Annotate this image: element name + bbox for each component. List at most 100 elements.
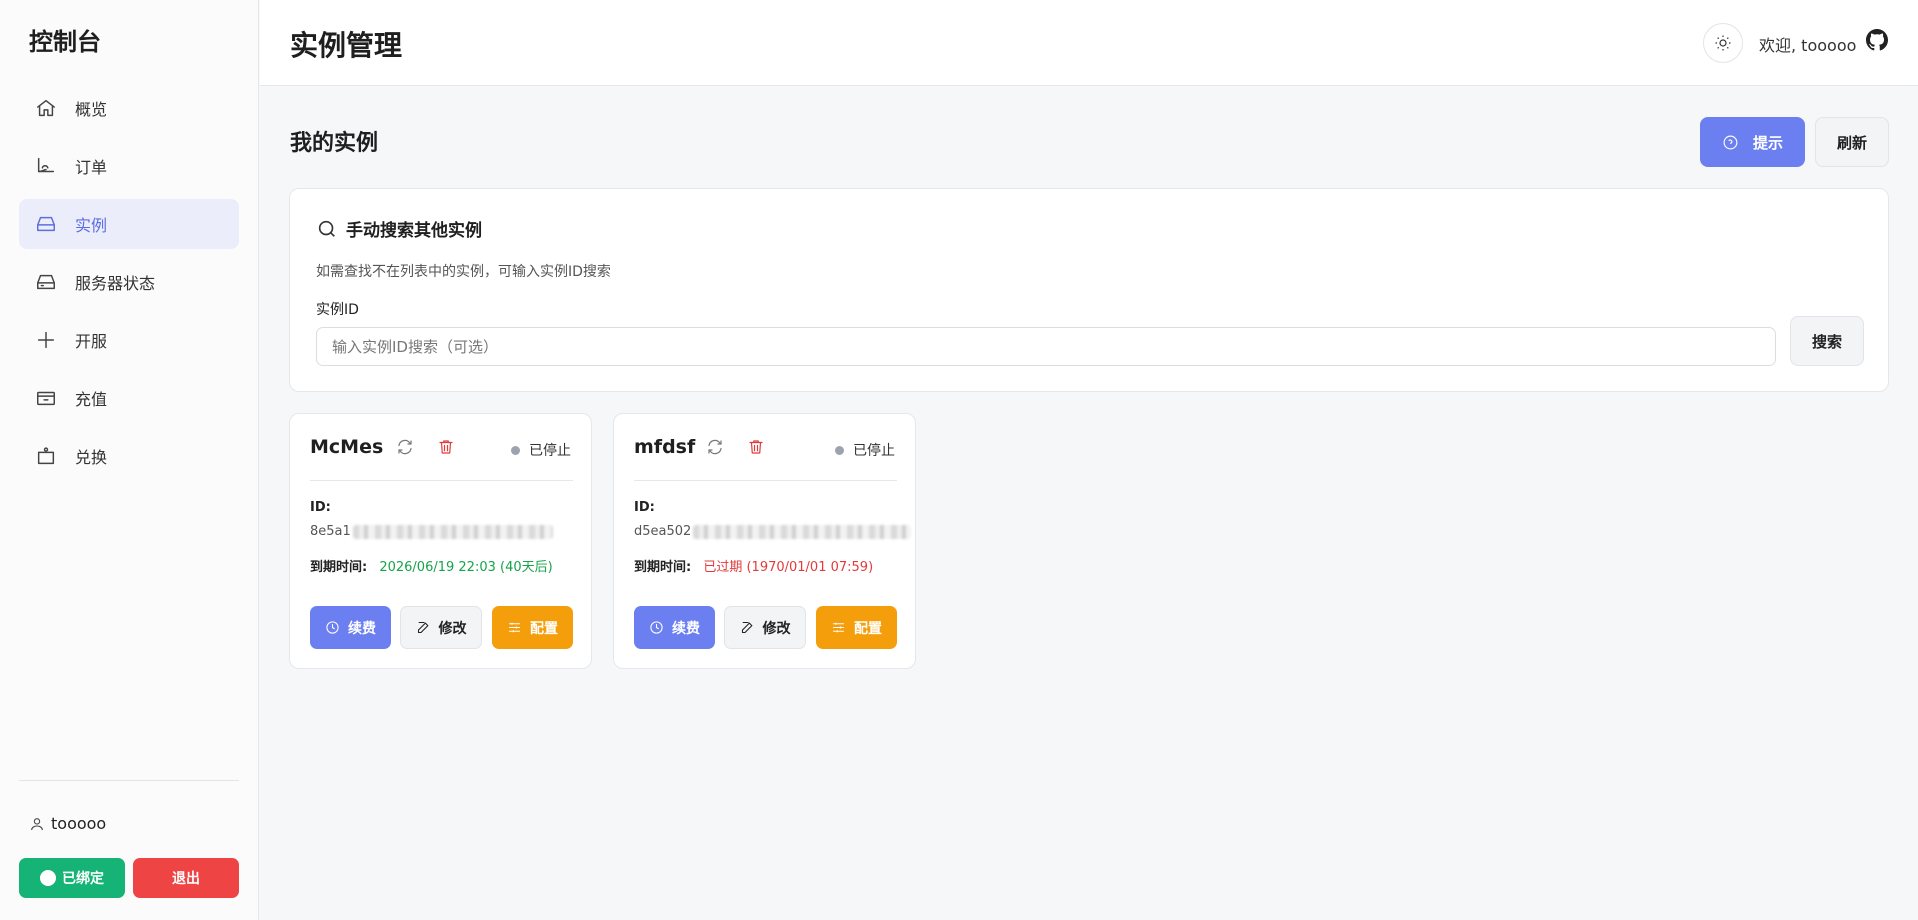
sidebar-item-label: 服务器状态	[75, 274, 156, 293]
clock-icon	[650, 621, 663, 634]
search-title-text: 手动搜索其他实例	[346, 221, 482, 241]
sidebar-item-overview[interactable]: 概览	[19, 83, 239, 133]
config-label: 配置	[530, 620, 558, 637]
config-button[interactable]: 配置	[816, 606, 897, 649]
search-card-title: 手动搜索其他实例	[316, 216, 482, 241]
sidebar-item-redeem[interactable]: 兑换	[19, 431, 239, 481]
theme-toggle-button[interactable]	[1703, 23, 1743, 63]
refresh-icon	[708, 439, 722, 455]
sidebar-item-instances[interactable]: 实例	[19, 199, 239, 249]
sidebar-item-server-status[interactable]: 服务器状态	[19, 257, 239, 307]
delete-button[interactable]	[747, 438, 765, 456]
status-dot-icon	[835, 445, 844, 455]
id-prefix: 8e5a1	[310, 524, 351, 539]
renew-label: 续费	[672, 620, 700, 637]
hint-button[interactable]: 提示	[1700, 117, 1805, 167]
edit-button[interactable]: 修改	[400, 606, 482, 649]
id-value: d5ea502	[634, 524, 912, 539]
id-redacted	[693, 524, 912, 539]
bound-dot-icon	[40, 870, 56, 886]
bag-icon	[37, 447, 55, 465]
sliders-icon	[832, 622, 845, 633]
config-button[interactable]: 配置	[492, 606, 573, 649]
status-dot-icon	[511, 445, 520, 455]
sidebar-item-label: 概览	[75, 100, 108, 119]
expire-value: 2026/06/19 22:03 (40天后)	[379, 560, 553, 575]
config-label: 配置	[854, 620, 882, 637]
delete-button[interactable]	[437, 438, 455, 456]
plus-icon	[37, 331, 55, 349]
trash-icon	[439, 440, 453, 454]
edit-label: 修改	[762, 620, 791, 637]
logout-button[interactable]: 退出	[133, 858, 239, 898]
home-icon	[37, 99, 55, 117]
trash-icon	[749, 440, 763, 454]
sidebar-item-open-server[interactable]: 开服	[19, 315, 239, 365]
sidebar-nav: 概览 订单 实例 服务器状态 开服 充值 兑换	[19, 83, 239, 489]
reload-button[interactable]	[396, 438, 414, 456]
wallet-icon	[37, 391, 55, 406]
sidebar-item-label: 实例	[75, 216, 108, 235]
edit-icon	[417, 621, 428, 634]
renew-button[interactable]: 续费	[634, 606, 715, 649]
user-icon	[31, 817, 43, 830]
expire-label: 到期时间:	[310, 560, 368, 575]
expire-row: 到期时间: 2026/06/19 22:03 (40天后)	[310, 556, 553, 575]
sidebar-item-label: 兑换	[75, 448, 108, 467]
search-icon	[318, 220, 335, 237]
refresh-icon	[398, 439, 412, 455]
github-icon[interactable]	[1866, 29, 1888, 51]
hint-label: 提示	[1752, 133, 1783, 152]
sidebar-user: tooooo	[29, 814, 106, 833]
instance-id-search-input[interactable]	[316, 327, 1776, 366]
id-redacted	[352, 524, 553, 539]
id-prefix: d5ea502	[634, 524, 692, 539]
top-header: 实例管理 欢迎, tooooo	[260, 0, 1918, 86]
sidebar-brand: 控制台	[29, 28, 101, 56]
refresh-button[interactable]: 刷新	[1815, 117, 1889, 167]
expire-value: 已过期 (1970/01/01 07:59)	[703, 560, 874, 575]
username: tooooo	[51, 814, 107, 833]
id-label: ID:	[634, 500, 655, 515]
renew-label: 续费	[348, 620, 376, 637]
card-divider	[310, 480, 573, 481]
sidebar-item-label: 开服	[75, 332, 108, 351]
instance-card: mfdsf 已停止 ID: d5ea502 到期时间: 已过期 (1970/01…	[613, 413, 916, 669]
id-value: 8e5a1	[310, 524, 553, 539]
instance-card: McMes 已停止 ID: 8e5a1 到期时间: 2026/06/19 22:…	[289, 413, 592, 669]
sidebar: 控制台 概览 订单 实例 服务器状态 开服 充值 兑换 tooooo 已绑定 退…	[0, 0, 259, 920]
instance-icon	[37, 216, 55, 232]
sidebar-item-label: 充值	[75, 390, 108, 409]
order-icon	[37, 157, 55, 173]
sidebar-item-orders[interactable]: 订单	[19, 141, 239, 191]
sun-icon	[1715, 35, 1731, 51]
edit-icon	[741, 621, 752, 634]
sidebar-item-label: 订单	[75, 158, 108, 177]
instance-name: McMes	[310, 436, 384, 458]
bound-label: 已绑定	[62, 871, 104, 887]
card-divider	[634, 480, 897, 481]
sidebar-divider	[19, 780, 239, 781]
status-text: 已停止	[853, 443, 895, 459]
bound-button[interactable]: 已绑定	[19, 858, 125, 898]
manual-search-card: 手动搜索其他实例 如需查找不在列表中的实例，可输入实例ID搜索 实例ID 搜索	[289, 188, 1889, 392]
expire-row: 到期时间: 已过期 (1970/01/01 07:59)	[634, 556, 873, 575]
search-description: 如需查找不在列表中的实例，可输入实例ID搜索	[316, 264, 611, 280]
renew-button[interactable]: 续费	[310, 606, 391, 649]
reload-button[interactable]	[706, 438, 724, 456]
expire-label: 到期时间:	[634, 560, 692, 575]
search-button[interactable]: 搜索	[1790, 316, 1864, 366]
status-badge: 已停止	[835, 440, 895, 460]
clock-icon	[326, 621, 339, 634]
edit-label: 修改	[438, 620, 467, 637]
section-title: 我的实例	[290, 131, 379, 156]
sliders-icon	[508, 622, 521, 633]
page-title: 实例管理	[290, 29, 403, 62]
welcome-text: 欢迎, tooooo	[1759, 36, 1857, 55]
instance-name: mfdsf	[634, 436, 696, 458]
edit-button[interactable]: 修改	[724, 606, 806, 649]
server-icon	[37, 274, 55, 290]
instance-id-label: 实例ID	[316, 302, 359, 318]
status-badge: 已停止	[511, 440, 571, 460]
sidebar-item-recharge[interactable]: 充值	[19, 373, 239, 423]
